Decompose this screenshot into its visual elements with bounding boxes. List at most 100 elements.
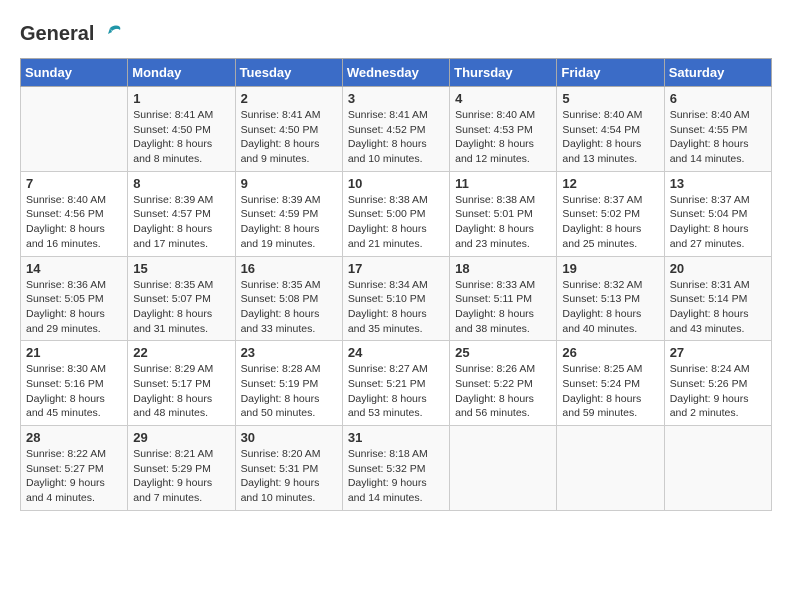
calendar-week-row: 14 Sunrise: 8:36 AM Sunset: 5:05 PM Dayli…	[21, 256, 772, 341]
day-header-wednesday: Wednesday	[342, 59, 449, 87]
day-info: Sunrise: 8:40 AM Sunset: 4:53 PM Dayligh…	[455, 108, 551, 167]
day-info: Sunrise: 8:38 AM Sunset: 5:00 PM Dayligh…	[348, 193, 444, 252]
day-number: 8	[133, 176, 229, 191]
day-info: Sunrise: 8:25 AM Sunset: 5:24 PM Dayligh…	[562, 362, 658, 421]
day-info: Sunrise: 8:40 AM Sunset: 4:55 PM Dayligh…	[670, 108, 766, 167]
calendar-cell: 6 Sunrise: 8:40 AM Sunset: 4:55 PM Daylig…	[664, 87, 771, 172]
day-number: 23	[241, 345, 337, 360]
day-header-thursday: Thursday	[450, 59, 557, 87]
day-number: 6	[670, 91, 766, 106]
calendar-week-row: 21 Sunrise: 8:30 AM Sunset: 5:16 PM Dayli…	[21, 341, 772, 426]
day-info: Sunrise: 8:35 AM Sunset: 5:08 PM Dayligh…	[241, 278, 337, 337]
day-info: Sunrise: 8:30 AM Sunset: 5:16 PM Dayligh…	[26, 362, 122, 421]
day-number: 20	[670, 261, 766, 276]
calendar-cell: 9 Sunrise: 8:39 AM Sunset: 4:59 PM Daylig…	[235, 171, 342, 256]
day-info: Sunrise: 8:22 AM Sunset: 5:27 PM Dayligh…	[26, 447, 122, 506]
day-info: Sunrise: 8:31 AM Sunset: 5:14 PM Dayligh…	[670, 278, 766, 337]
calendar-cell: 7 Sunrise: 8:40 AM Sunset: 4:56 PM Daylig…	[21, 171, 128, 256]
calendar-cell: 5 Sunrise: 8:40 AM Sunset: 4:54 PM Daylig…	[557, 87, 664, 172]
calendar-cell: 20 Sunrise: 8:31 AM Sunset: 5:14 PM Dayli…	[664, 256, 771, 341]
day-info: Sunrise: 8:41 AM Sunset: 4:50 PM Dayligh…	[133, 108, 229, 167]
calendar-cell: 31 Sunrise: 8:18 AM Sunset: 5:32 PM Dayli…	[342, 426, 449, 511]
day-number: 5	[562, 91, 658, 106]
day-info: Sunrise: 8:26 AM Sunset: 5:22 PM Dayligh…	[455, 362, 551, 421]
day-number: 3	[348, 91, 444, 106]
day-number: 22	[133, 345, 229, 360]
day-number: 29	[133, 430, 229, 445]
calendar-cell: 13 Sunrise: 8:37 AM Sunset: 5:04 PM Dayli…	[664, 171, 771, 256]
day-number: 27	[670, 345, 766, 360]
calendar-header-row: SundayMondayTuesdayWednesdayThursdayFrid…	[21, 59, 772, 87]
calendar-cell	[664, 426, 771, 511]
day-header-friday: Friday	[557, 59, 664, 87]
calendar-cell: 24 Sunrise: 8:27 AM Sunset: 5:21 PM Dayli…	[342, 341, 449, 426]
day-info: Sunrise: 8:28 AM Sunset: 5:19 PM Dayligh…	[241, 362, 337, 421]
day-number: 31	[348, 430, 444, 445]
logo-general-text: General	[20, 23, 94, 45]
day-number: 7	[26, 176, 122, 191]
calendar-cell: 23 Sunrise: 8:28 AM Sunset: 5:19 PM Dayli…	[235, 341, 342, 426]
day-header-tuesday: Tuesday	[235, 59, 342, 87]
day-number: 30	[241, 430, 337, 445]
calendar-week-row: 7 Sunrise: 8:40 AM Sunset: 4:56 PM Daylig…	[21, 171, 772, 256]
day-number: 14	[26, 261, 122, 276]
calendar-cell: 19 Sunrise: 8:32 AM Sunset: 5:13 PM Dayli…	[557, 256, 664, 341]
day-header-saturday: Saturday	[664, 59, 771, 87]
day-info: Sunrise: 8:37 AM Sunset: 5:02 PM Dayligh…	[562, 193, 658, 252]
day-header-monday: Monday	[128, 59, 235, 87]
day-info: Sunrise: 8:39 AM Sunset: 4:57 PM Dayligh…	[133, 193, 229, 252]
day-info: Sunrise: 8:38 AM Sunset: 5:01 PM Dayligh…	[455, 193, 551, 252]
calendar-cell	[450, 426, 557, 511]
day-info: Sunrise: 8:21 AM Sunset: 5:29 PM Dayligh…	[133, 447, 229, 506]
day-info: Sunrise: 8:40 AM Sunset: 4:54 PM Dayligh…	[562, 108, 658, 167]
page-header: General	[20, 20, 772, 48]
calendar-cell: 14 Sunrise: 8:36 AM Sunset: 5:05 PM Dayli…	[21, 256, 128, 341]
day-info: Sunrise: 8:41 AM Sunset: 4:52 PM Dayligh…	[348, 108, 444, 167]
day-info: Sunrise: 8:39 AM Sunset: 4:59 PM Dayligh…	[241, 193, 337, 252]
day-number: 11	[455, 176, 551, 191]
day-info: Sunrise: 8:20 AM Sunset: 5:31 PM Dayligh…	[241, 447, 337, 506]
day-info: Sunrise: 8:33 AM Sunset: 5:11 PM Dayligh…	[455, 278, 551, 337]
calendar-cell	[21, 87, 128, 172]
day-info: Sunrise: 8:36 AM Sunset: 5:05 PM Dayligh…	[26, 278, 122, 337]
calendar-cell: 16 Sunrise: 8:35 AM Sunset: 5:08 PM Dayli…	[235, 256, 342, 341]
day-number: 16	[241, 261, 337, 276]
day-info: Sunrise: 8:27 AM Sunset: 5:21 PM Dayligh…	[348, 362, 444, 421]
day-number: 4	[455, 91, 551, 106]
day-header-sunday: Sunday	[21, 59, 128, 87]
calendar-cell: 3 Sunrise: 8:41 AM Sunset: 4:52 PM Daylig…	[342, 87, 449, 172]
day-info: Sunrise: 8:41 AM Sunset: 4:50 PM Dayligh…	[241, 108, 337, 167]
day-info: Sunrise: 8:35 AM Sunset: 5:07 PM Dayligh…	[133, 278, 229, 337]
calendar-cell: 10 Sunrise: 8:38 AM Sunset: 5:00 PM Dayli…	[342, 171, 449, 256]
day-number: 9	[241, 176, 337, 191]
calendar-cell	[557, 426, 664, 511]
day-info: Sunrise: 8:24 AM Sunset: 5:26 PM Dayligh…	[670, 362, 766, 421]
day-number: 19	[562, 261, 658, 276]
calendar-cell: 28 Sunrise: 8:22 AM Sunset: 5:27 PM Dayli…	[21, 426, 128, 511]
day-number: 28	[26, 430, 122, 445]
day-info: Sunrise: 8:37 AM Sunset: 5:04 PM Dayligh…	[670, 193, 766, 252]
day-info: Sunrise: 8:40 AM Sunset: 4:56 PM Dayligh…	[26, 193, 122, 252]
day-info: Sunrise: 8:32 AM Sunset: 5:13 PM Dayligh…	[562, 278, 658, 337]
calendar-cell: 2Sunrise: 8:41 AM Sunset: 4:50 PM Daylig…	[235, 87, 342, 172]
calendar-cell: 15Sunrise: 8:35 AM Sunset: 5:07 PM Dayli…	[128, 256, 235, 341]
day-number: 13	[670, 176, 766, 191]
day-number: 17	[348, 261, 444, 276]
logo-bird-icon	[96, 20, 124, 48]
day-number: 24	[348, 345, 444, 360]
day-number: 1	[133, 91, 229, 106]
day-info: Sunrise: 8:34 AM Sunset: 5:10 PM Dayligh…	[348, 278, 444, 337]
day-info: Sunrise: 8:18 AM Sunset: 5:32 PM Dayligh…	[348, 447, 444, 506]
calendar-cell: 12 Sunrise: 8:37 AM Sunset: 5:02 PM Dayli…	[557, 171, 664, 256]
calendar-cell: 4 Sunrise: 8:40 AM Sunset: 4:53 PM Daylig…	[450, 87, 557, 172]
day-number: 10	[348, 176, 444, 191]
calendar-cell: 11 Sunrise: 8:38 AM Sunset: 5:01 PM Dayli…	[450, 171, 557, 256]
calendar-cell: 18Sunrise: 8:33 AM Sunset: 5:11 PM Dayli…	[450, 256, 557, 341]
calendar-table: SundayMondayTuesdayWednesdayThursdayFrid…	[20, 58, 772, 511]
calendar-week-row: 28 Sunrise: 8:22 AM Sunset: 5:27 PM Dayli…	[21, 426, 772, 511]
calendar-cell: 22Sunrise: 8:29 AM Sunset: 5:17 PM Dayli…	[128, 341, 235, 426]
calendar-cell: 30 Sunrise: 8:20 AM Sunset: 5:31 PM Dayli…	[235, 426, 342, 511]
day-number: 21	[26, 345, 122, 360]
calendar-cell: 17 Sunrise: 8:34 AM Sunset: 5:10 PM Dayli…	[342, 256, 449, 341]
day-number: 12	[562, 176, 658, 191]
